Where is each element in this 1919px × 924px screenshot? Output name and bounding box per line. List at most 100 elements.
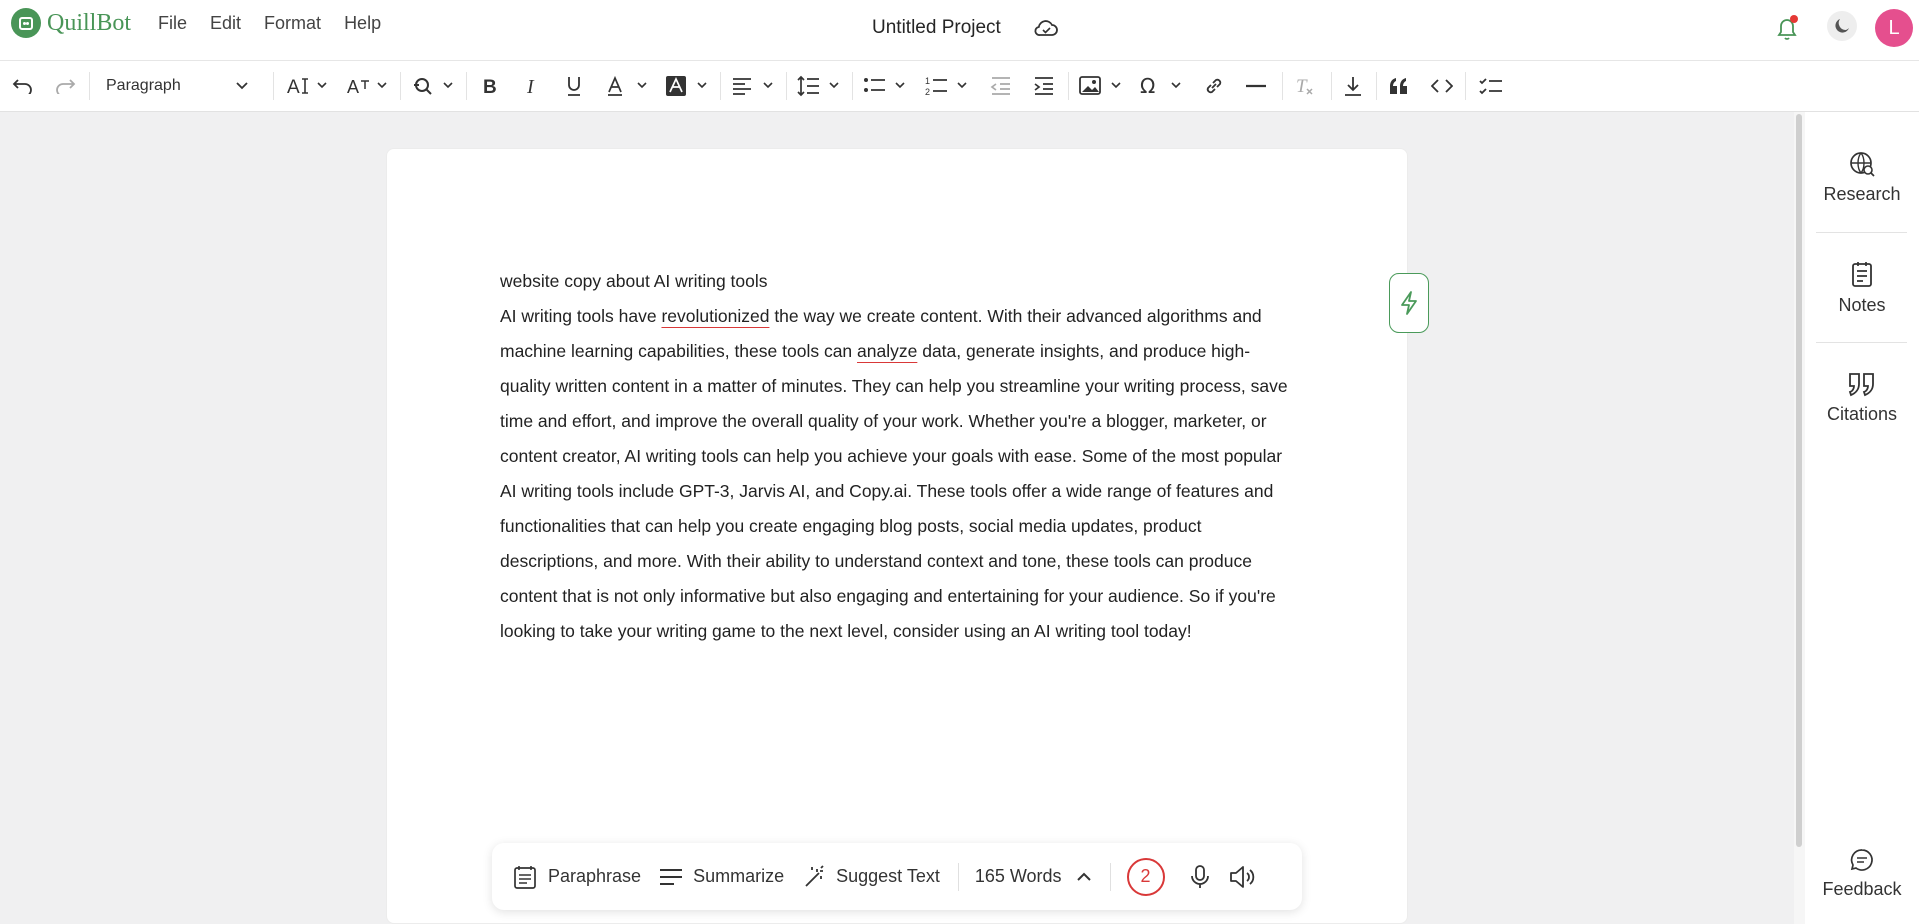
summarize-button[interactable]: Summarize — [659, 866, 784, 888]
code-button[interactable] — [1427, 71, 1457, 101]
align-left-icon — [733, 78, 773, 95]
dictation-button[interactable] — [1189, 864, 1211, 890]
font-size-icon: A — [287, 77, 327, 97]
body-text: data, generate insights, and produce hig… — [500, 341, 1288, 641]
document-page[interactable]: website copy about AI writing tools AI w… — [386, 148, 1408, 924]
checklist-button[interactable] — [1474, 71, 1508, 101]
lightning-bolt-icon — [1401, 291, 1417, 315]
speaker-icon — [1229, 865, 1254, 888]
document-body[interactable]: AI writing tools have revolutionized the… — [500, 299, 1290, 649]
bullet-list-button[interactable] — [862, 71, 910, 101]
menu-format[interactable]: Format — [264, 13, 321, 34]
feedback-chat-icon — [1850, 849, 1873, 871]
undo-button[interactable] — [10, 71, 36, 101]
horizontal-rule-button[interactable] — [1241, 71, 1271, 101]
brand-name: QuillBot — [47, 9, 132, 36]
notes-icon — [1852, 262, 1872, 287]
formatting-toolbar: Paragraph A A B I 12 Ω T — [0, 61, 1919, 112]
menu-bar: File Edit Format Help — [158, 13, 381, 34]
text-style-button[interactable]: A — [343, 71, 393, 101]
underline-button[interactable] — [560, 71, 588, 101]
paraphrase-label: Paraphrase — [548, 866, 642, 886]
line-height-icon — [797, 75, 839, 97]
svg-text:1: 1 — [925, 76, 930, 86]
highlight-color-button[interactable] — [664, 71, 712, 101]
quillbot-logo-icon — [11, 8, 41, 38]
highlight-icon — [666, 76, 707, 96]
body-text: AI writing tools have — [500, 306, 662, 326]
issues-count-badge[interactable]: 2 — [1126, 857, 1165, 896]
quick-action-button[interactable] — [1389, 273, 1429, 333]
text-style-icon: A — [347, 77, 387, 97]
numbered-list-button[interactable]: 12 — [924, 71, 972, 101]
moon-icon — [1835, 19, 1849, 33]
spelling-suggestion[interactable]: analyze — [857, 341, 917, 361]
top-bar: QuillBot File Edit Format Help Untitled … — [0, 0, 1919, 61]
numbered-list-icon: 12 — [925, 76, 967, 97]
user-avatar[interactable]: L — [1875, 9, 1913, 47]
notification-bell-icon[interactable] — [1774, 13, 1802, 48]
special-character-button[interactable]: Ω — [1138, 71, 1186, 101]
redo-icon — [56, 79, 76, 94]
omega-icon: Ω — [1140, 75, 1181, 97]
paraphrase-button[interactable]: Paraphrase — [512, 864, 641, 890]
menu-help[interactable]: Help — [344, 13, 381, 34]
menu-file[interactable]: File — [158, 13, 187, 34]
find-replace-button[interactable] — [410, 71, 458, 101]
document-heading[interactable]: website copy about AI writing tools — [500, 264, 1290, 299]
clear-format-button[interactable]: T — [1290, 71, 1320, 101]
read-aloud-button[interactable] — [1229, 865, 1257, 889]
download-icon — [1345, 77, 1361, 96]
align-button[interactable] — [730, 71, 778, 101]
quillbot-logo[interactable]: QuillBot — [11, 8, 131, 38]
sidebar-item-research[interactable]: Research — [1805, 150, 1919, 205]
line-height-button[interactable] — [796, 71, 844, 101]
sidebar-scrollbar[interactable] — [1794, 112, 1805, 924]
document-editor[interactable]: website copy about AI writing tools AI w… — [500, 264, 1290, 649]
svg-text:I: I — [526, 76, 535, 96]
sidebar-item-label: Citations — [1826, 404, 1898, 424]
undo-icon — [12, 79, 32, 94]
block-style-value: Paragraph — [106, 77, 181, 94]
download-button[interactable] — [1338, 71, 1368, 101]
feedback-button[interactable]: Feedback — [1805, 847, 1919, 900]
microphone-icon — [1190, 864, 1209, 888]
redo-button[interactable] — [52, 71, 78, 101]
underline-icon — [568, 77, 580, 96]
chevron-down-icon — [236, 82, 248, 90]
svg-text:2: 2 — [925, 87, 930, 97]
image-icon — [1079, 76, 1121, 95]
blockquote-button[interactable] — [1384, 71, 1414, 101]
project-title[interactable]: Untitled Project — [872, 17, 1001, 39]
suggest-text-button[interactable]: Suggest Text — [802, 864, 940, 889]
text-color-icon — [608, 75, 647, 96]
menu-edit[interactable]: Edit — [210, 13, 241, 34]
dark-mode-toggle[interactable] — [1827, 11, 1857, 41]
ai-action-bar: Paraphrase Summarize Suggest Text 165 Wo… — [492, 843, 1302, 910]
quote-icon — [1848, 373, 1874, 397]
svg-text:A: A — [287, 77, 300, 97]
blockquote-icon — [1390, 78, 1407, 94]
cloud-sync-icon[interactable] — [1033, 18, 1059, 43]
text-color-button[interactable] — [604, 71, 652, 101]
bold-button[interactable]: B — [476, 71, 504, 101]
word-count: 165 Words — [974, 866, 1062, 886]
outdent-button[interactable] — [986, 71, 1016, 101]
clear-format-icon: T — [1296, 76, 1313, 97]
indent-button[interactable] — [1029, 71, 1059, 101]
word-count-toggle[interactable]: 165 Words — [975, 866, 1092, 887]
insert-link-button[interactable] — [1199, 71, 1229, 101]
italic-button[interactable]: I — [518, 71, 546, 101]
paraphrase-icon — [514, 865, 536, 889]
right-sidebar: Research Notes Citations Feedback — [1805, 112, 1919, 924]
font-size-button[interactable]: A — [283, 71, 333, 101]
sidebar-item-label: Notes — [1838, 295, 1886, 315]
find-replace-icon — [414, 78, 453, 95]
suggest-text-label: Suggest Text — [836, 866, 940, 886]
spelling-suggestion[interactable]: revolutionized — [661, 306, 769, 326]
block-style-select[interactable]: Paragraph — [92, 71, 262, 101]
insert-image-button[interactable] — [1078, 71, 1126, 101]
svg-text:B: B — [483, 77, 497, 96]
sidebar-item-notes[interactable]: Notes — [1805, 261, 1919, 316]
sidebar-item-citations[interactable]: Citations — [1805, 372, 1919, 425]
